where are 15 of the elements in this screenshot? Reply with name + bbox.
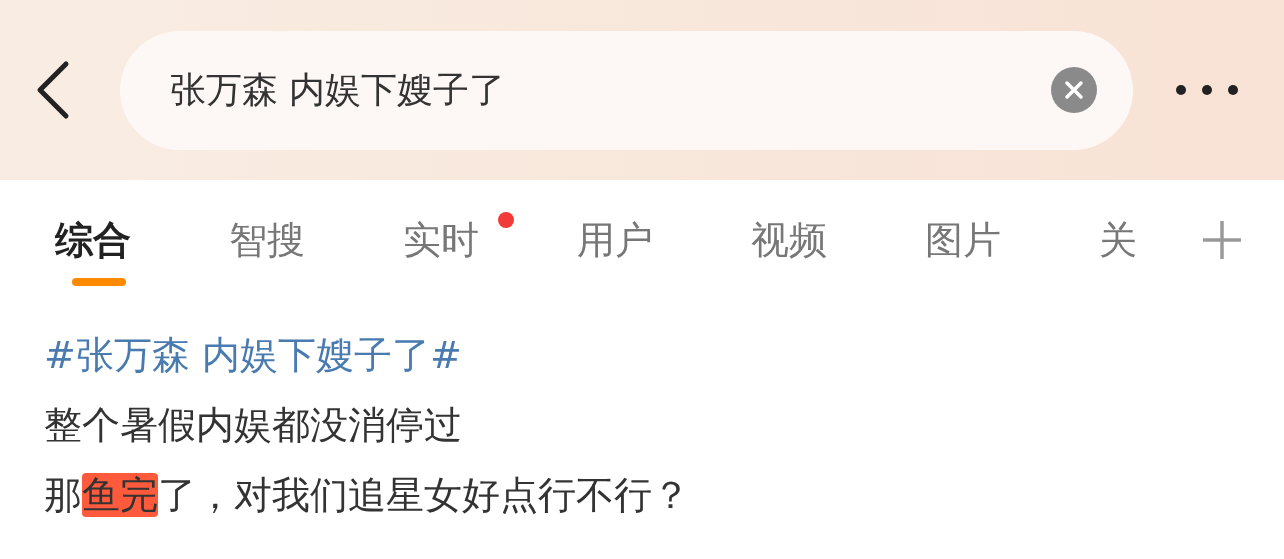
tab[interactable]: 视频: [751, 210, 925, 270]
tab[interactable]: 图片: [925, 210, 1099, 270]
tab-indicator: [72, 278, 126, 286]
clear-icon[interactable]: [1051, 67, 1097, 113]
tab[interactable]: 综合: [55, 210, 229, 270]
plus-icon[interactable]: [1202, 220, 1242, 260]
tab[interactable]: 关: [1099, 210, 1137, 270]
post-text: 那鱼完了，对我们追星女好点行不行？: [44, 472, 691, 519]
tab[interactable]: 实时: [403, 210, 577, 270]
hashtag-link[interactable]: #张万森 内娱下嫂子了#: [44, 320, 1284, 390]
search-field[interactable]: 张万森 内娱下嫂子了: [120, 30, 1133, 150]
more-icon[interactable]: [1175, 84, 1239, 96]
tab[interactable]: 智搜: [229, 210, 403, 270]
post-text: 整个暑假内娱都没消停过: [44, 402, 463, 449]
tab[interactable]: 用户: [577, 210, 751, 270]
